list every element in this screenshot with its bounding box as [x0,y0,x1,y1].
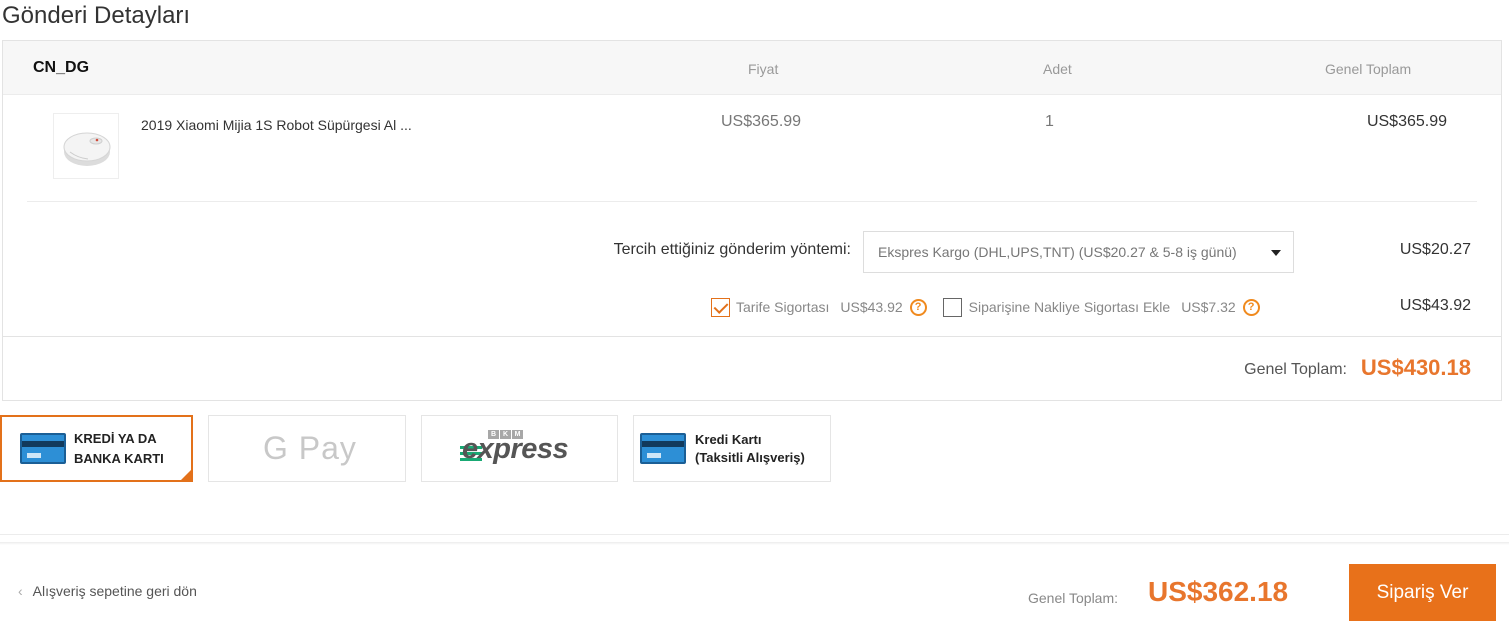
shipping-method-label: Tercih ettiğiniz gönderim yöntemi: [613,241,851,258]
credit-card-icon [640,433,686,464]
order-table-header: CN_DG Fiyat Adet Genel Toplam [3,41,1501,95]
unit-price: US$365.99 [721,113,802,130]
help-icon[interactable]: ? [1242,298,1260,316]
product-thumbnail[interactable] [53,113,119,179]
payment-bkm-express[interactable]: B K M express [421,415,618,482]
grand-total-label: Genel Toplam: [1244,361,1347,378]
divider [27,201,1477,202]
robot-vacuum-icon [63,132,111,166]
gpay-logo: G Pay [263,430,357,466]
footer-total-value: US$362.18 [1148,576,1289,607]
quantity: 1 [1045,113,1054,130]
payment-installment-label-1: Kredi Kartı [695,432,762,447]
help-icon[interactable]: ? [909,298,927,316]
column-header-quantity: Adet [1043,61,1072,77]
payment-credit-card-label-2: BANKA KARTI [74,451,164,466]
shipping-method-select[interactable]: Ekspres Kargo (DHL,UPS,TNT) (US$20.27 & … [863,231,1294,273]
grand-total-value: US$430.18 [1360,355,1471,380]
insurance-cost: US$43.92 [1399,297,1471,314]
order-details-panel: CN_DG Fiyat Adet Genel Toplam 2019 Xiaom… [2,40,1502,401]
seller-name: CN_DG [33,59,90,76]
back-to-cart-label: Alışveriş sepetine geri dön [32,583,197,599]
payment-credit-card[interactable]: KREDİ YA DA BANKA KARTI [0,415,193,482]
footer-shadow [0,542,1509,545]
shipping-cost: US$20.27 [1399,241,1471,258]
back-to-cart-link[interactable]: ‹ Alışveriş sepetine geri dön [18,583,197,599]
payment-installment[interactable]: Kredi Kartı (Taksitli Alışveriş) [633,415,831,482]
line-total: US$365.99 [1366,113,1447,130]
shipping-insurance-price: US$7.32 [1181,299,1236,315]
place-order-button[interactable]: Sipariş Ver [1349,564,1496,621]
footer-total-label: Genel Toplam: [1028,590,1119,606]
shipping-insurance-label: Siparişine Nakliye Sigortası Ekle [968,299,1171,315]
insurance-options: Tarife Sigortası US$43.92 ? Siparişine N… [711,297,1260,317]
payment-gpay[interactable]: G Pay [208,415,406,482]
shipping-method-value: Ekspres Kargo (DHL,UPS,TNT) (US$20.27 & … [878,244,1237,260]
chevron-left-icon: ‹ [18,583,23,599]
caret-down-icon [1271,250,1281,256]
shipping-insurance-checkbox[interactable] [942,297,962,317]
divider [3,336,1501,337]
payment-installment-label-2: (Taksitli Alışveriş) [695,450,805,465]
payment-credit-card-label-1: KREDİ YA DA [74,431,157,446]
tariff-insurance-price: US$43.92 [840,299,903,315]
tariff-insurance-checkbox[interactable] [711,297,730,317]
divider [0,534,1509,535]
product-title[interactable]: 2019 Xiaomi Mijia 1S Robot Süpürgesi Al … [141,117,412,133]
tariff-insurance-label: Tarife Sigortası [736,299,830,315]
bkm-express-logo: express [462,433,569,465]
page-title: Gönderi Detayları [2,2,191,29]
credit-card-icon [20,433,66,464]
column-header-total: Genel Toplam [1325,61,1412,77]
column-header-price: Fiyat [748,61,779,77]
